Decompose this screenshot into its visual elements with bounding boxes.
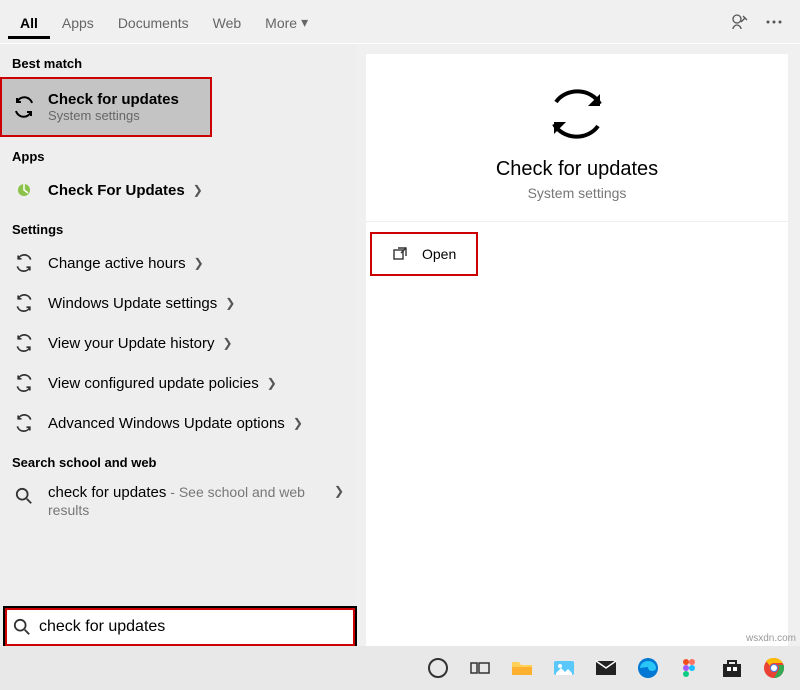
chevron-right-icon: ❯ [222, 336, 232, 350]
watermark: wsxdn.com [746, 633, 796, 644]
refresh-icon [12, 251, 36, 275]
section-settings: Settings [0, 210, 356, 243]
settings-item-label: Windows Update settings [48, 295, 217, 312]
tab-documents[interactable]: Documents [106, 5, 201, 39]
cortana-icon[interactable] [422, 652, 454, 684]
app-icon [12, 178, 36, 202]
chevron-right-icon: ❯ [293, 416, 303, 430]
tab-more[interactable]: More ▾ [253, 4, 320, 39]
tab-web[interactable]: Web [201, 5, 254, 39]
photos-icon[interactable] [548, 652, 580, 684]
refresh-icon-large [542, 84, 612, 144]
settings-item-label: Advanced Windows Update options [48, 415, 285, 432]
tab-apps[interactable]: Apps [50, 5, 106, 39]
detail-panel: Check for updates System settings Open [366, 54, 788, 646]
chevron-right-icon: ❯ [193, 183, 203, 197]
refresh-icon [12, 95, 36, 119]
search-bar[interactable] [3, 606, 357, 648]
refresh-icon [12, 331, 36, 355]
refresh-icon [12, 411, 36, 435]
task-view-icon[interactable] [464, 652, 496, 684]
section-apps: Apps [0, 137, 356, 170]
taskbar [0, 646, 800, 690]
section-web: Search school and web [0, 443, 356, 476]
tab-all[interactable]: All [8, 5, 50, 39]
chevron-right-icon: ❯ [267, 376, 277, 390]
open-icon [392, 246, 408, 262]
best-match-item[interactable]: Check for updates System settings [0, 77, 212, 137]
settings-item-label: View configured update policies [48, 375, 259, 392]
more-options-icon[interactable] [764, 12, 784, 32]
search-input[interactable] [39, 618, 347, 636]
edge-icon[interactable] [632, 652, 664, 684]
mail-icon[interactable] [590, 652, 622, 684]
web-result-title: check for updates [48, 484, 166, 501]
refresh-icon [12, 371, 36, 395]
best-match-title: Check for updates [48, 91, 200, 108]
figma-icon[interactable] [674, 652, 706, 684]
chevron-right-icon: ❯ [194, 256, 204, 270]
detail-sub: System settings [528, 185, 627, 201]
store-icon[interactable] [716, 652, 748, 684]
best-match-sub: System settings [48, 108, 200, 123]
chevron-down-icon: ▾ [301, 14, 308, 31]
results-panel: Best match Check for updates System sett… [0, 44, 356, 646]
tab-more-label: More [265, 15, 297, 31]
settings-item-4[interactable]: Advanced Windows Update options ❯ [0, 403, 356, 443]
file-explorer-icon[interactable] [506, 652, 538, 684]
settings-item-label: Change active hours [48, 255, 186, 272]
feedback-icon[interactable] [730, 12, 750, 32]
section-best-match: Best match [0, 44, 356, 77]
search-icon [12, 484, 36, 508]
settings-item-1[interactable]: Windows Update settings ❯ [0, 283, 356, 323]
detail-header: Check for updates System settings [366, 54, 788, 222]
settings-item-0[interactable]: Change active hours ❯ [0, 243, 356, 283]
app-result-item[interactable]: Check For Updates ❯ [0, 170, 356, 210]
search-tabs: All Apps Documents Web More ▾ [0, 0, 800, 44]
refresh-icon [12, 291, 36, 315]
settings-item-3[interactable]: View configured update policies ❯ [0, 363, 356, 403]
chevron-right-icon: ❯ [334, 484, 344, 498]
detail-title: Check for updates [496, 158, 658, 181]
open-label: Open [422, 246, 456, 262]
chevron-right-icon: ❯ [225, 296, 235, 310]
open-button[interactable]: Open [370, 232, 478, 276]
settings-item-label: View your Update history [48, 335, 214, 352]
settings-item-2[interactable]: View your Update history ❯ [0, 323, 356, 363]
web-result-item[interactable]: check for updates - See school and web r… [0, 476, 356, 528]
chrome-icon[interactable] [758, 652, 790, 684]
app-result-title: Check For Updates [48, 182, 185, 199]
search-icon [13, 618, 31, 636]
